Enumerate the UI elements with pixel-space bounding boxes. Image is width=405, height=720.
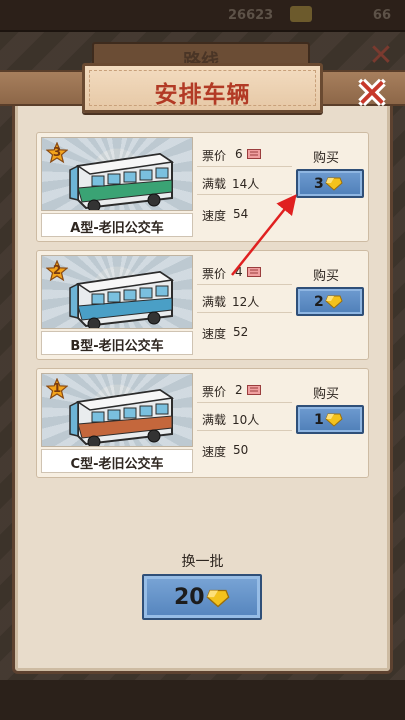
gold-gem-icon xyxy=(325,295,343,309)
bus-name-plate: C型-老旧公交车 xyxy=(41,449,193,473)
speed-value: 50 xyxy=(233,443,249,457)
bus-card-b: 2 B型-老旧公交车 票价 4 满载 12人 速度 52 购买 2 xyxy=(36,250,369,360)
gold-gem-icon xyxy=(325,177,343,191)
bus-name: A型-老旧公交车 xyxy=(70,221,164,236)
gold-gem-icon xyxy=(325,413,343,427)
bus-name-plate: A型-老旧公交车 xyxy=(41,213,193,237)
buy-button-a[interactable]: 3 xyxy=(296,169,364,198)
bus-card-a: 3 A型-老旧公交车 票价 6 满载 14人 速度 54 购买 3 xyxy=(36,132,369,242)
fare-value: 6 xyxy=(235,147,243,161)
capacity-label: 满载 xyxy=(202,413,227,427)
rank-star-icon: 2 xyxy=(45,259,69,282)
buy-button-c[interactable]: 1 xyxy=(296,405,364,434)
ticket-icon xyxy=(247,267,261,277)
bus-name: B型-老旧公交车 xyxy=(70,339,164,354)
fare-label: 票价 xyxy=(202,385,227,399)
buy-label: 购买 xyxy=(313,387,340,402)
close-x-icon[interactable]: ✕ xyxy=(354,74,390,114)
buy-label: 购买 xyxy=(313,151,340,166)
rank-number: 3 xyxy=(52,145,62,159)
refresh-button[interactable]: 20 xyxy=(142,574,262,620)
gold-bar-icon xyxy=(290,6,312,22)
buy-button-b[interactable]: 2 xyxy=(296,287,364,316)
bus-b-image: 2 xyxy=(41,255,193,329)
refresh-label: 换一批 xyxy=(181,554,224,570)
capacity-value: 12人 xyxy=(232,295,260,309)
capacity-value: 14人 xyxy=(232,177,260,191)
ticket-icon xyxy=(247,149,261,159)
fare-value: 2 xyxy=(235,383,243,397)
gold-gem-icon xyxy=(206,589,230,608)
capacity-label: 满载 xyxy=(202,177,227,191)
dialog-title-sign: 安排车辆 xyxy=(82,63,323,113)
speed-label: 速度 xyxy=(202,209,227,223)
money-counter: 26623 xyxy=(228,8,274,23)
rank-number: 1 xyxy=(52,381,62,395)
refresh-price: 20 xyxy=(174,585,205,610)
speed-label: 速度 xyxy=(202,327,227,341)
fare-value: 4 xyxy=(235,265,243,279)
ticket-icon xyxy=(247,385,261,395)
fare-label: 票价 xyxy=(202,267,227,281)
buy-price: 3 xyxy=(314,176,324,192)
background-close-icon: ✕ xyxy=(368,38,394,73)
bus-name: C型-老旧公交车 xyxy=(70,457,164,472)
speed-value: 54 xyxy=(233,207,249,221)
speed-label: 速度 xyxy=(202,445,227,459)
buy-price: 2 xyxy=(314,294,324,310)
rank-star-icon: 3 xyxy=(45,141,69,164)
bus-a-image: 3 xyxy=(41,137,193,211)
rank-star-icon: 1 xyxy=(45,377,69,400)
bus-card-c: 1 C型-老旧公交车 票价 2 满载 10人 速度 50 购买 1 xyxy=(36,368,369,478)
rank-number: 2 xyxy=(52,263,62,277)
bus-name-plate: B型-老旧公交车 xyxy=(41,331,193,355)
capacity-value: 10人 xyxy=(232,413,260,427)
buy-price: 1 xyxy=(314,412,324,428)
capacity-label: 满载 xyxy=(202,295,227,309)
gem-counter: 66 xyxy=(372,8,391,23)
fare-label: 票价 xyxy=(202,149,227,163)
bus-c-image: 1 xyxy=(41,373,193,447)
top-status-bar: 26623 66 xyxy=(0,0,405,32)
buy-label: 购买 xyxy=(313,269,340,284)
dialog-title: 安排车辆 xyxy=(154,82,251,108)
speed-value: 52 xyxy=(233,325,249,339)
bottom-nav-bar xyxy=(0,680,405,720)
